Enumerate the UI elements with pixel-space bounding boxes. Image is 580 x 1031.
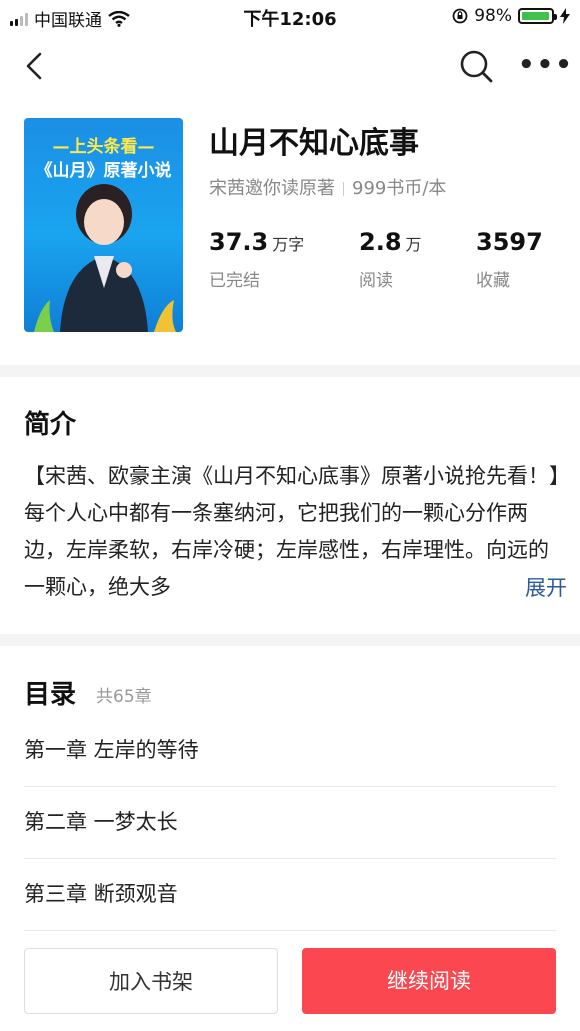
rotation-lock-icon — [452, 8, 468, 24]
section-divider — [0, 365, 580, 377]
chapter-item[interactable]: 第一章 左岸的等待 — [24, 714, 556, 787]
search-icon[interactable] — [456, 46, 496, 86]
back-icon[interactable] — [18, 48, 54, 84]
more-icon[interactable]: ••• — [518, 50, 572, 80]
book-price: 999书币/本 — [352, 178, 447, 199]
stat-words-value: 37.3 — [209, 228, 269, 256]
continue-reading-button[interactable]: 继续阅读 — [302, 948, 556, 1014]
stat-favorites-label: 收藏 — [476, 271, 510, 291]
stat-words: 37.3 万字 已完结 — [209, 228, 304, 291]
intro-text: 【宋茜、欧豪主演《山月不知心底事》原著小说抢先看！】每个人心中都有一条塞纳河，它… — [24, 464, 560, 599]
nav-bar: ••• — [0, 40, 580, 94]
book-cover[interactable]: —上头条看— 《山月》原著小说 — [24, 118, 183, 332]
book-inviter: 宋茜邀你读原著 — [209, 178, 335, 199]
status-right: 98% — [452, 6, 570, 26]
status-bar: 中国联通 下午12:06 98% — [0, 0, 580, 32]
book-subline: 宋茜邀你读原著 999书币/本 — [209, 174, 446, 200]
stat-reads-unit: 万 — [405, 235, 422, 254]
cover-portrait — [34, 184, 176, 332]
toc-count: 共65章 — [96, 687, 152, 707]
stat-reads-label: 阅读 — [359, 271, 393, 291]
stat-reads: 2.8 万 阅读 — [359, 228, 422, 291]
stat-favorites-value: 3597 — [476, 228, 543, 256]
section-divider — [0, 634, 580, 646]
stat-reads-value: 2.8 — [359, 228, 402, 256]
stat-words-label: 已完结 — [209, 271, 260, 291]
book-title: 山月不知心底事 — [209, 126, 419, 161]
toc-heading: 目录 — [24, 680, 77, 710]
add-to-shelf-button[interactable]: 加入书架 — [24, 948, 278, 1014]
intro-heading: 简介 — [24, 410, 77, 440]
separator — [343, 182, 344, 196]
battery-icon — [518, 8, 557, 24]
chapter-item[interactable]: 第二章 一梦太长 — [24, 786, 556, 859]
battery-percent: 98% — [474, 6, 512, 26]
stat-words-unit: 万字 — [272, 235, 305, 254]
chapter-item[interactable]: 第三章 断颈观音 — [24, 858, 556, 931]
stat-favorites: 3597 收藏 — [476, 228, 547, 291]
charging-icon — [560, 8, 570, 24]
expand-link[interactable]: 展开 — [505, 572, 567, 602]
